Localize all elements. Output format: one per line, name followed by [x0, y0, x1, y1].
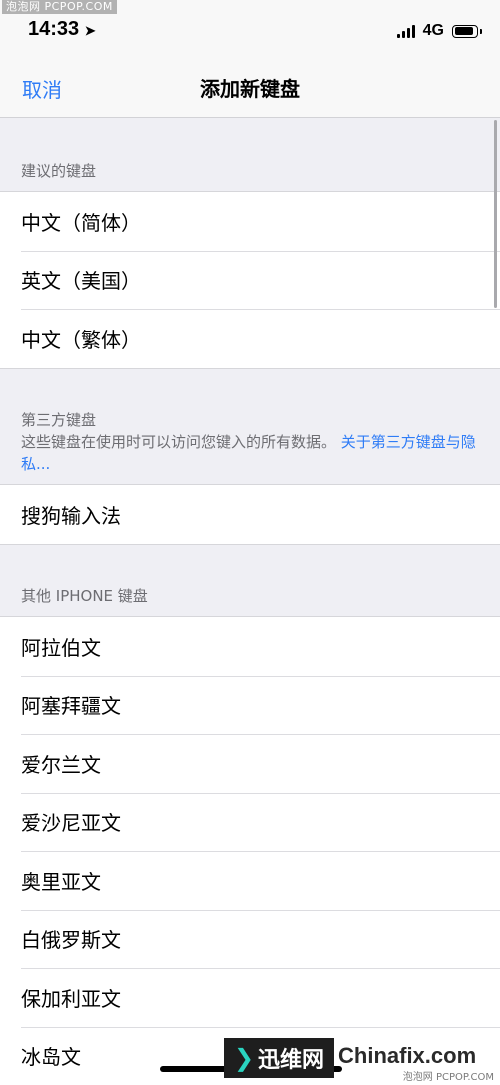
- third-party-description-text: 这些键盘在使用时可以访问您键入的所有数据。: [21, 433, 336, 451]
- status-icons: 4G: [397, 22, 478, 40]
- keyboard-item-sogou[interactable]: 搜狗输入法: [0, 485, 500, 544]
- section-header-other: 其他 IPHONE 键盘: [21, 585, 148, 607]
- cellular-signal-icon: [397, 25, 415, 38]
- keyboard-item-irish[interactable]: 爱尔兰文: [0, 734, 500, 793]
- watermark-small: 泡泡网 PCPOP.COM: [403, 1068, 494, 1083]
- keyboard-item-oriya[interactable]: 奥里亚文: [0, 851, 500, 910]
- other-keyboard-list: 阿拉伯文 阿塞拜疆文 爱尔兰文 爱沙尼亚文 奥里亚文 白俄罗斯文 保加利亚文 冰…: [0, 616, 500, 1085]
- suggested-keyboard-list: 中文（简体） 英文（美国） 中文（繁体）: [0, 191, 500, 369]
- keyboard-item-estonian[interactable]: 爱沙尼亚文: [0, 793, 500, 852]
- watermark-badge-text: 迅维网: [258, 1042, 324, 1074]
- watermark-top: 泡泡网 PCPOP.COM: [2, 0, 117, 14]
- third-party-title: 第三方键盘: [21, 409, 483, 431]
- section-header-suggested: 建议的键盘: [21, 160, 96, 182]
- header-area: 泡泡网 PCPOP.COM 14:33 ➤ 4G 取消 添加新键盘: [0, 0, 500, 118]
- third-party-keyboard-list: 搜狗输入法: [0, 484, 500, 545]
- location-arrow-icon: ➤: [85, 23, 96, 38]
- keyboard-item-arabic[interactable]: 阿拉伯文: [0, 617, 500, 676]
- third-party-description: 这些键盘在使用时可以访问您键入的所有数据。 关于第三方键盘与隐私...: [21, 431, 483, 475]
- status-time: 14:33 ➤: [28, 18, 96, 41]
- battery-icon: [452, 25, 478, 38]
- keyboard-item-azerbaijani[interactable]: 阿塞拜疆文: [0, 676, 500, 735]
- watermark-badge: ❯ 迅维网: [224, 1038, 334, 1078]
- watermark-brand: Chinafix.com: [338, 1043, 476, 1069]
- arrow-logo-icon: ❯: [234, 1044, 254, 1072]
- keyboard-item-belarusian[interactable]: 白俄罗斯文: [0, 910, 500, 969]
- keyboard-item-english-us[interactable]: 英文（美国）: [0, 251, 500, 310]
- keyboard-item-bulgarian[interactable]: 保加利亚文: [0, 968, 500, 1027]
- page-title: 添加新键盘: [0, 73, 500, 102]
- status-time-text: 14:33: [28, 18, 79, 40]
- keyboard-item-chinese-traditional[interactable]: 中文（繁体）: [0, 309, 500, 368]
- section-header-third-party: 第三方键盘 这些键盘在使用时可以访问您键入的所有数据。 关于第三方键盘与隐私..…: [21, 409, 483, 475]
- keyboard-item-chinese-simplified[interactable]: 中文（简体）: [0, 192, 500, 251]
- scrollbar[interactable]: [494, 120, 497, 308]
- network-type: 4G: [423, 22, 444, 40]
